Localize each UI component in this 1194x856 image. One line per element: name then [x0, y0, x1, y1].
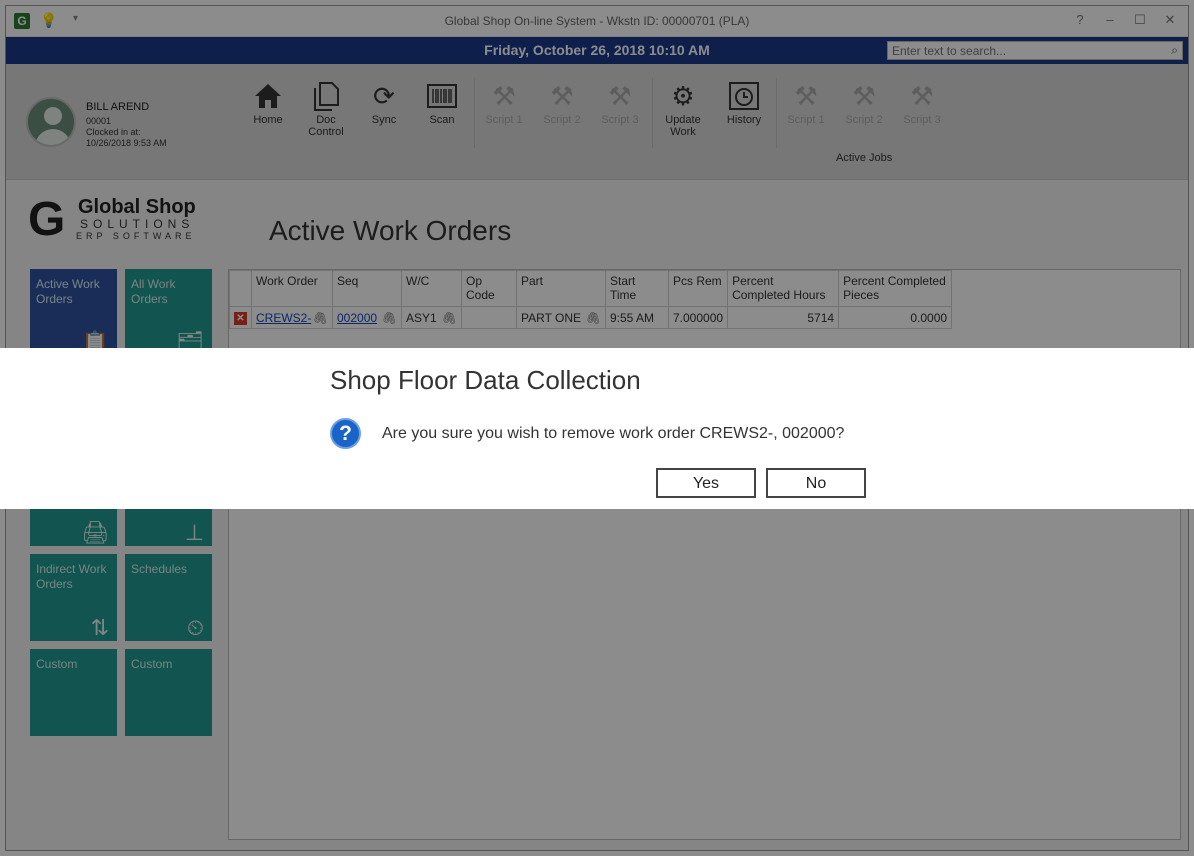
dialog-message: Are you sure you wish to remove work ord…: [382, 425, 845, 442]
no-button[interactable]: No: [766, 468, 866, 498]
confirm-dialog: Shop Floor Data Collection ? Are you sur…: [0, 348, 1194, 509]
dialog-title: Shop Floor Data Collection: [330, 365, 641, 395]
yes-button[interactable]: Yes: [656, 468, 756, 498]
question-icon: ?: [330, 418, 361, 449]
